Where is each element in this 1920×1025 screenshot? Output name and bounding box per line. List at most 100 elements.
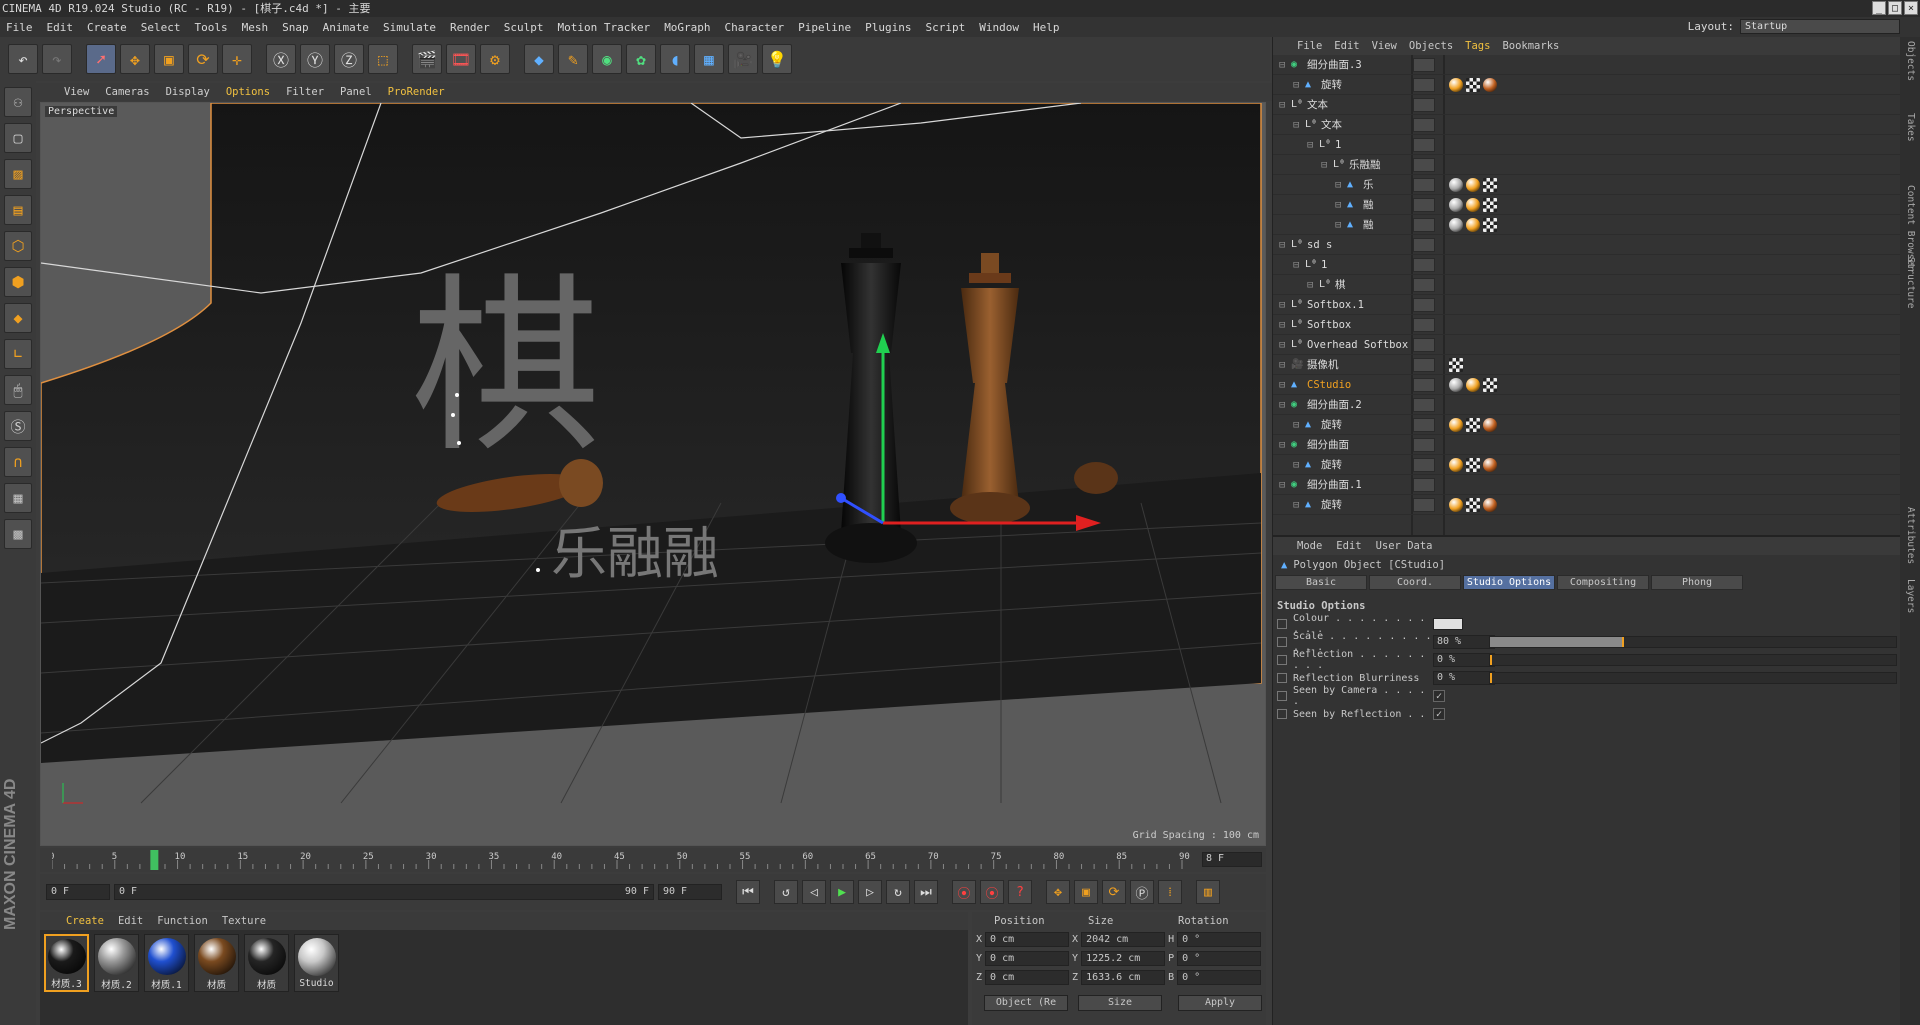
visibility-toggle[interactable] xyxy=(1413,397,1435,412)
end-frame-field[interactable]: 90 F xyxy=(658,884,722,900)
material-tag-icon[interactable] xyxy=(1449,377,1463,392)
render-picture-viewer-icon[interactable]: 🎞 xyxy=(446,44,476,74)
menu-mograph[interactable]: MoGraph xyxy=(664,21,710,34)
material-swatch[interactable]: 材质 xyxy=(244,934,289,992)
object-menu-file[interactable]: File xyxy=(1297,40,1322,52)
material-swatch[interactable]: 材质.3 xyxy=(44,934,89,992)
visibility-toggle[interactable] xyxy=(1413,77,1435,92)
object-row[interactable]: ⊟ ▲ 融 xyxy=(1273,215,1901,235)
y-axis-lock-icon[interactable]: Ⓨ xyxy=(300,44,330,74)
key-pla-icon[interactable]: ⁞ xyxy=(1158,880,1182,904)
tree-expander-icon[interactable]: ⊟ xyxy=(1335,219,1341,231)
visibility-toggle[interactable] xyxy=(1413,117,1435,132)
visibility-toggle[interactable] xyxy=(1413,417,1435,432)
material-tag-icon[interactable] xyxy=(1483,497,1497,512)
texture-tag-icon[interactable] xyxy=(1466,77,1480,92)
tree-expander-icon[interactable]: ⊟ xyxy=(1279,359,1285,371)
viewport-menu-display[interactable]: Display xyxy=(166,86,210,98)
object-row[interactable]: ⊟ ◉ 细分曲面.3 xyxy=(1273,55,1901,75)
select-tool-icon[interactable]: ➚ xyxy=(86,44,116,74)
object-menu-edit[interactable]: Edit xyxy=(1334,40,1359,52)
object-row[interactable]: ⊟ ▲ CStudio xyxy=(1273,375,1901,395)
visibility-toggle[interactable] xyxy=(1413,437,1435,452)
axis-mode-icon[interactable]: ∟ xyxy=(4,339,32,369)
viewport-perspective[interactable]: 棋 乐融融 Perspective Grid Spacing: 100 cm xyxy=(40,102,1266,846)
visibility-toggle[interactable] xyxy=(1413,477,1435,492)
menu-script[interactable]: Script xyxy=(926,21,966,34)
tree-expander-icon[interactable]: ⊟ xyxy=(1279,439,1285,451)
object-row[interactable]: ⊟ ◉ 细分曲面.1 xyxy=(1273,475,1901,495)
material-tag-icon[interactable] xyxy=(1449,457,1463,472)
menu-pipeline[interactable]: Pipeline xyxy=(798,21,851,34)
previous-frame-icon[interactable]: ◁ xyxy=(802,880,826,904)
key-parameter-icon[interactable]: Ⓟ xyxy=(1130,880,1154,904)
texture-tag-icon[interactable] xyxy=(1466,417,1480,432)
object-row[interactable]: ⊟ ▲ 旋转 xyxy=(1273,415,1901,435)
texture-tag-icon[interactable] xyxy=(1466,457,1480,472)
tree-expander-icon[interactable]: ⊟ xyxy=(1279,479,1285,491)
tree-expander-icon[interactable]: ⊟ xyxy=(1293,499,1299,511)
texture-tag-icon[interactable] xyxy=(1483,377,1497,392)
texture-tag-icon[interactable] xyxy=(1483,197,1497,212)
attribute-value-field[interactable]: 0 % xyxy=(1433,671,1495,685)
object-menu-objects[interactable]: Objects xyxy=(1409,40,1453,52)
timeline-ruler[interactable]: 0 5 10 15 20 25 30 35 40 45 50 55 60 65 70 75 80 85 90 8 F xyxy=(40,848,1266,872)
tree-expander-icon[interactable]: ⊟ xyxy=(1279,319,1285,331)
go-to-end-icon[interactable]: ⏭ xyxy=(914,880,938,904)
object-row[interactable]: ⊟ L⁰ 1 xyxy=(1273,255,1901,275)
minimize-button[interactable]: _ xyxy=(1872,1,1886,15)
material-tag-icon[interactable] xyxy=(1449,197,1463,212)
scale-tool-icon[interactable]: ▣ xyxy=(154,44,184,74)
workplane-icon[interactable]: ▤ xyxy=(4,195,32,225)
model-mode-icon[interactable]: ▢ xyxy=(4,123,32,153)
cube-icon[interactable]: ◆ xyxy=(524,44,554,74)
colour-swatch[interactable] xyxy=(1433,618,1463,630)
attribute-slider[interactable] xyxy=(1489,654,1897,666)
size-field[interactable]: 1633.6 cm xyxy=(1081,970,1166,985)
menu-render[interactable]: Render xyxy=(450,21,490,34)
make-editable-icon[interactable]: ⚇ xyxy=(4,87,32,117)
material-tag-icon[interactable] xyxy=(1449,497,1463,512)
menu-file[interactable]: File xyxy=(6,21,33,34)
side-tab-layers[interactable]: Layers xyxy=(1905,579,1916,613)
tree-expander-icon[interactable]: ⊟ xyxy=(1335,179,1341,191)
coordinate-system-icon[interactable]: ⬚ xyxy=(368,44,398,74)
tree-expander-icon[interactable]: ⊟ xyxy=(1293,79,1299,91)
animate-toggle-icon[interactable] xyxy=(1277,619,1287,629)
cloner-icon[interactable]: ✿ xyxy=(626,44,656,74)
viewport-menu-options[interactable]: Options xyxy=(226,86,270,98)
current-frame-field[interactable]: 8 F xyxy=(1202,852,1262,867)
viewport-menu-view[interactable]: View xyxy=(64,86,89,98)
key-rotation-icon[interactable]: ⟳ xyxy=(1102,880,1126,904)
polygons-mode-icon[interactable]: ◆ xyxy=(4,303,32,333)
tree-expander-icon[interactable]: ⊟ xyxy=(1293,259,1299,271)
object-row[interactable]: ⊟ L⁰ 文本 xyxy=(1273,115,1901,135)
material-tag-icon[interactable] xyxy=(1449,177,1463,192)
visibility-toggle[interactable] xyxy=(1413,377,1435,392)
visibility-toggle[interactable] xyxy=(1413,457,1435,472)
menu-simulate[interactable]: Simulate xyxy=(383,21,436,34)
position-field[interactable]: 0 cm xyxy=(985,951,1070,966)
material-menu-texture[interactable]: Texture xyxy=(222,915,266,927)
material-swatch[interactable]: 材质.2 xyxy=(94,934,139,992)
object-row[interactable]: ⊟ L⁰ Softbox.1 xyxy=(1273,295,1901,315)
tab-basic[interactable]: Basic xyxy=(1275,575,1367,590)
menu-window[interactable]: Window xyxy=(979,21,1019,34)
material-tag-icon[interactable] xyxy=(1449,77,1463,92)
menu-snap[interactable]: Snap xyxy=(282,21,309,34)
visibility-toggle[interactable] xyxy=(1413,357,1435,372)
points-mode-icon[interactable]: ⬡ xyxy=(4,231,32,261)
visibility-toggle[interactable] xyxy=(1413,97,1435,112)
size-field[interactable]: 2042 cm xyxy=(1081,932,1166,947)
tree-expander-icon[interactable]: ⊟ xyxy=(1307,139,1313,151)
z-axis-lock-icon[interactable]: Ⓩ xyxy=(334,44,364,74)
menu-help[interactable]: Help xyxy=(1033,21,1060,34)
tree-expander-icon[interactable]: ⊟ xyxy=(1279,239,1285,251)
object-row[interactable]: ⊟ ▲ 旋转 xyxy=(1273,455,1901,475)
object-row[interactable]: ⊟ ▲ 旋转 xyxy=(1273,495,1901,515)
object-row[interactable]: ⊟ L⁰ Softbox xyxy=(1273,315,1901,335)
material-tag-icon[interactable] xyxy=(1483,417,1497,432)
size-mode-dropdown[interactable]: Size xyxy=(1078,994,1162,1011)
material-swatch[interactable]: 材质.1 xyxy=(144,934,189,992)
object-row[interactable]: ⊟ L⁰ Overhead Softbox xyxy=(1273,335,1901,355)
